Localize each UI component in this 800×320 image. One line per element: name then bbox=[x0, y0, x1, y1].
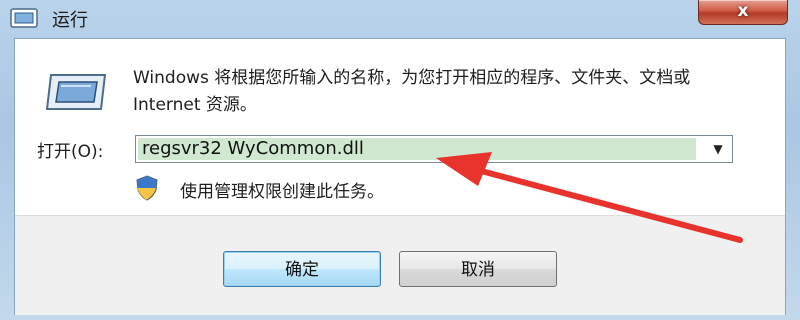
ok-button[interactable]: 确定 bbox=[223, 251, 381, 287]
command-input[interactable]: regsvr32 WyCommon.dll bbox=[138, 138, 696, 160]
dialog-description: Windows 将根据您所输入的名称，为您打开相应的程序、文件夹、文档或 Int… bbox=[133, 68, 691, 115]
dialog-body: Windows 将根据您所输入的名称，为您打开相应的程序、文件夹、文档或 Int… bbox=[14, 38, 786, 315]
chevron-down-icon[interactable]: ▼ bbox=[704, 136, 732, 162]
window-title: 运行 bbox=[52, 10, 88, 31]
close-icon: x bbox=[737, 1, 749, 21]
open-label: 打开(O): bbox=[37, 142, 104, 162]
cancel-button[interactable]: 取消 bbox=[399, 251, 557, 287]
run-program-icon bbox=[45, 74, 107, 110]
run-icon bbox=[10, 8, 38, 28]
close-button[interactable]: x bbox=[698, 0, 788, 25]
admin-privilege-note: 使用管理权限创建此任务。 bbox=[180, 182, 384, 202]
run-dialog-window: 运行 x Windows 将根据您所输入的名称，为您打开相应的程序、文件夹、文档… bbox=[0, 0, 800, 320]
title-bar[interactable]: 运行 x bbox=[0, 0, 800, 40]
command-combobox[interactable]: regsvr32 WyCommon.dll ▼ bbox=[135, 135, 733, 163]
uac-shield-icon bbox=[136, 175, 158, 201]
